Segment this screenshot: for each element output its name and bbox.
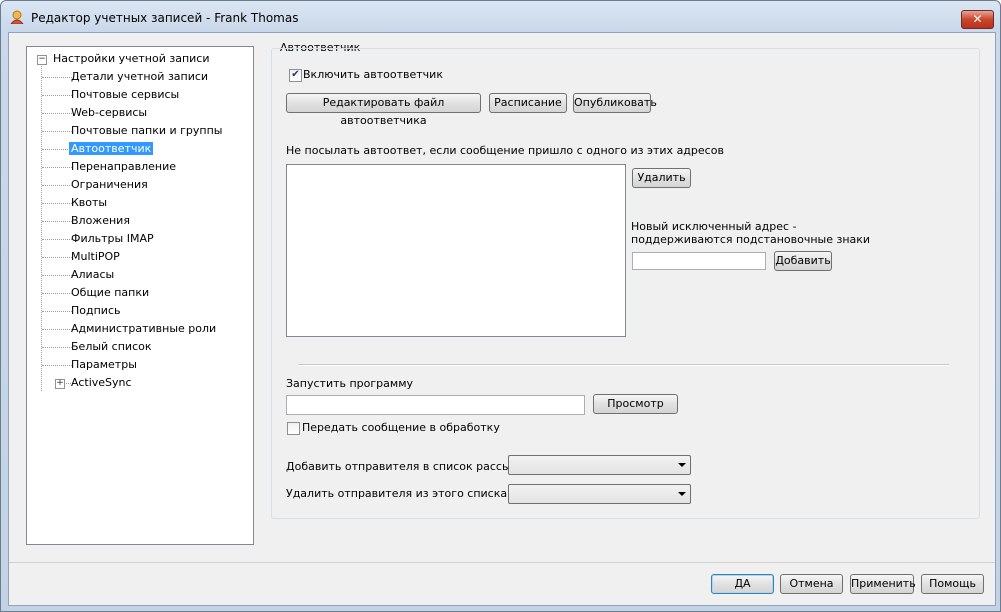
publish-button[interactable]: Опубликовать	[573, 93, 657, 113]
new-address-label: Новый исключенный адрес -	[631, 220, 797, 233]
tree-connector	[42, 347, 72, 348]
tree-item-label: Алиасы	[71, 268, 115, 281]
browse-button[interactable]: Просмотр	[593, 394, 678, 414]
wildcards-hint-label: поддерживаются подстановочные знаки	[631, 233, 871, 246]
cancel-button[interactable]: Отмена	[780, 574, 843, 594]
tree-item[interactable]: Административные роли	[71, 321, 216, 337]
tree-item-label: Почтовые папки и группы	[71, 124, 223, 137]
pass-message-checkbox[interactable]	[287, 422, 300, 435]
tree-item-label: Ограничения	[71, 178, 148, 191]
close-button[interactable]: ✕	[961, 10, 994, 29]
new-address-input[interactable]	[632, 252, 766, 270]
excluded-addresses-list[interactable]	[286, 164, 626, 337]
tree-connector	[42, 77, 72, 78]
enable-autoresponder-checkbox[interactable]: ✔	[289, 69, 302, 82]
tree-item-label: MultiPOP	[71, 250, 120, 263]
tree-connector	[42, 167, 72, 168]
tree-connector	[42, 131, 72, 132]
tree-connector	[42, 185, 72, 186]
remove-sender-list-select[interactable]	[508, 484, 691, 504]
tree-item-label: Почтовые сервисы	[71, 88, 180, 101]
tree-item-label: Белый список	[71, 340, 152, 353]
footer-divider	[9, 562, 995, 563]
collapse-icon[interactable]: −	[37, 55, 47, 65]
run-program-label: Запустить программу	[286, 377, 413, 390]
tree-item-label: Фильтры IMAP	[71, 232, 154, 245]
tree-item[interactable]: Детали учетной записи	[71, 69, 208, 85]
tree-item[interactable]: Ограничения	[71, 177, 148, 193]
tree-connector	[41, 58, 42, 391]
tree-item-label: Административные роли	[71, 322, 217, 335]
tree-root[interactable]: Настройки учетной записи	[53, 51, 210, 67]
pass-message-label: Передать сообщение в обработку	[302, 421, 500, 434]
tree-item-label: Вложения	[71, 214, 130, 227]
tree-item-label: ActiveSync	[71, 376, 132, 389]
add-sender-label: Добавить отправителя в список рассылок	[286, 460, 532, 473]
edit-autoresponder-file-button[interactable]: Редактировать файл автоответчика	[286, 93, 481, 127]
chevron-down-icon	[678, 492, 686, 496]
tree-connector	[42, 329, 72, 330]
app-user-icon	[10, 10, 24, 24]
tree-item-label: Перенаправление	[71, 160, 177, 173]
section-divider	[298, 364, 949, 366]
remove-sender-label: Удалить отправителя из этого списка	[286, 487, 508, 500]
tree-connector	[42, 221, 72, 222]
tree-item-label: Подпись	[71, 304, 121, 317]
window-title: Редактор учетных записей - Frank Thomas	[31, 11, 299, 25]
exclusion-list-label: Не посылать автоответ, если сообщение пр…	[286, 144, 724, 157]
tree-item[interactable]: Общие папки	[71, 285, 149, 301]
tree-item[interactable]: Web-сервисы	[71, 105, 147, 121]
tree-item[interactable]: Подпись	[71, 303, 120, 319]
dialog-client-area: − Настройки учетной записи Детали учетно…	[8, 32, 996, 606]
tree-connector	[42, 95, 72, 96]
tree-connector	[42, 203, 72, 204]
title-bar[interactable]: Редактор учетных записей - Frank Thomas …	[1, 1, 1000, 33]
apply-button[interactable]: Применить	[850, 574, 916, 594]
tree-item[interactable]: Квоты	[71, 195, 107, 211]
enable-autoresponder-label: Включить автоответчик	[303, 68, 443, 81]
account-editor-window: Редактор учетных записей - Frank Thomas …	[0, 0, 1001, 612]
tree-root-label: Настройки учетной записи	[53, 52, 210, 65]
tree-item-label: Автоответчик	[69, 142, 154, 155]
tree-item-label: Детали учетной записи	[71, 70, 209, 83]
tree-item[interactable]: Почтовые сервисы	[71, 87, 179, 103]
tree-item[interactable]: Параметры	[71, 357, 137, 373]
tree-connector	[42, 365, 72, 366]
tree-item-label: Параметры	[71, 358, 137, 371]
tree-connector	[42, 149, 72, 150]
close-icon: ✕	[972, 12, 983, 26]
tree-item[interactable]: ActiveSync	[71, 375, 132, 391]
tree-connector	[42, 293, 72, 294]
tree-item[interactable]: Вложения	[71, 213, 130, 229]
ok-button[interactable]: ДА	[711, 574, 774, 594]
tree-connector	[42, 275, 72, 276]
help-button[interactable]: Помощь	[921, 574, 984, 594]
tree-item-label: Общие папки	[71, 286, 150, 299]
settings-tree[interactable]: − Настройки учетной записи Детали учетно…	[26, 46, 254, 545]
tree-connector	[42, 311, 72, 312]
run-program-input[interactable]	[286, 395, 585, 415]
tree-item[interactable]: MultiPOP	[71, 249, 120, 265]
add-sender-list-select[interactable]	[508, 455, 691, 475]
tree-item[interactable]: Автоответчик	[69, 141, 154, 157]
tree-item[interactable]: Алиасы	[71, 267, 114, 283]
remove-address-button[interactable]: Удалить	[632, 168, 691, 188]
chevron-down-icon	[678, 463, 686, 467]
add-address-button[interactable]: Добавить	[774, 251, 832, 271]
tree-connector	[42, 257, 72, 258]
tree-item[interactable]: Почтовые папки и группы	[71, 123, 222, 139]
schedule-button[interactable]: Расписание	[489, 93, 567, 113]
tree-item[interactable]: Белый список	[71, 339, 152, 355]
tree-connector	[42, 239, 72, 240]
expand-icon[interactable]: +	[55, 379, 65, 389]
tree-connector	[42, 113, 72, 114]
tree-item-label: Квоты	[71, 196, 108, 209]
tree-item[interactable]: Фильтры IMAP	[71, 231, 154, 247]
tree-item-label: Web-сервисы	[71, 106, 148, 119]
tree-item[interactable]: Перенаправление	[71, 159, 176, 175]
